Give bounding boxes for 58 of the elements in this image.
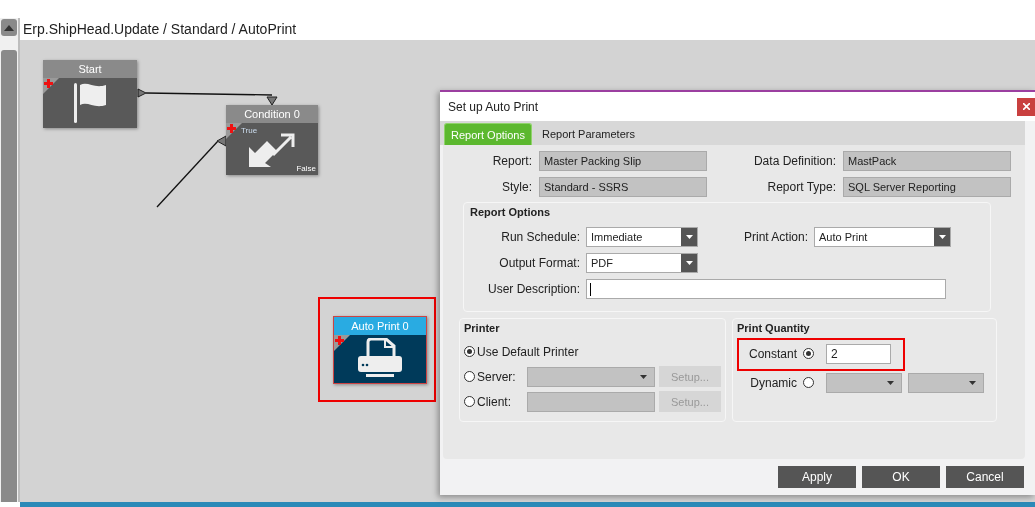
up-arrow-icon bbox=[4, 24, 14, 31]
add-icon[interactable] bbox=[226, 123, 242, 139]
false-label: False bbox=[296, 164, 316, 173]
input-field[interactable] bbox=[527, 391, 655, 412]
radio-button[interactable] bbox=[464, 396, 475, 407]
node-title: Start bbox=[78, 63, 102, 75]
dialog-title: Set up Auto Print bbox=[448, 99, 539, 114]
dropdown[interactable]: Auto Print bbox=[814, 227, 951, 247]
node-title: Condition 0 bbox=[244, 108, 300, 120]
group-title: Print Quantity bbox=[737, 322, 810, 334]
scroll-up-button[interactable] bbox=[1, 19, 17, 36]
group-title: Printer bbox=[464, 322, 500, 334]
dialog-button[interactable]: Apply bbox=[778, 466, 856, 488]
readonly-field: SQL Server Reporting bbox=[843, 177, 1011, 197]
caret-icon bbox=[685, 235, 693, 239]
caret-icon bbox=[887, 380, 894, 385]
flag-icon bbox=[72, 81, 108, 125]
input-field[interactable] bbox=[586, 279, 946, 299]
caret-icon bbox=[938, 235, 946, 239]
input-field[interactable]: 2 bbox=[826, 343, 891, 364]
readonly-field: Master Packing Slip bbox=[539, 151, 707, 171]
radio-label: Dynamic bbox=[749, 375, 797, 390]
dropdown[interactable]: Immediate bbox=[586, 227, 698, 247]
field-label: Print Action: bbox=[742, 230, 808, 244]
field-label: Style: bbox=[501, 180, 532, 194]
caret-icon bbox=[640, 374, 647, 379]
scrollbar-thumb[interactable] bbox=[1, 50, 17, 502]
field-label: Report Type: bbox=[766, 180, 836, 194]
field-label: Report: bbox=[491, 154, 532, 168]
readonly-field: MastPack bbox=[843, 151, 1011, 171]
dropdown[interactable]: PDF bbox=[586, 253, 698, 273]
caret-icon bbox=[969, 380, 976, 385]
printer-icon bbox=[356, 338, 404, 380]
radio-label: Client: bbox=[477, 394, 511, 409]
tab[interactable]: Report Parameters bbox=[536, 123, 641, 145]
radio-button[interactable] bbox=[803, 348, 814, 359]
field-label: Output Format: bbox=[498, 256, 580, 270]
field-label: Run Schedule: bbox=[500, 230, 580, 244]
close-button[interactable] bbox=[1017, 97, 1035, 116]
radio-label: Server: bbox=[477, 369, 516, 384]
dialog-button[interactable]: Cancel bbox=[946, 466, 1024, 488]
add-icon[interactable] bbox=[334, 335, 350, 351]
field-label: Data Definition: bbox=[752, 154, 836, 168]
breadcrumb: Erp.ShipHead.Update / Standard / AutoPrint bbox=[23, 21, 297, 37]
caret-icon bbox=[685, 261, 693, 265]
radio-label: Constant bbox=[747, 346, 797, 361]
node-title: Auto Print 0 bbox=[351, 320, 409, 332]
add-icon[interactable] bbox=[43, 78, 59, 94]
true-label: True bbox=[241, 126, 258, 135]
dialog-button[interactable]: OK bbox=[862, 466, 940, 488]
radio-button[interactable] bbox=[803, 377, 814, 388]
field-label: User Description: bbox=[486, 282, 580, 296]
radio-button[interactable] bbox=[464, 346, 475, 357]
group-title: Report Options bbox=[470, 206, 551, 218]
close-icon bbox=[1022, 103, 1030, 110]
readonly-field: Standard - SSRS bbox=[539, 177, 707, 197]
radio-button[interactable] bbox=[464, 371, 475, 382]
radio-label: Use Default Printer bbox=[477, 344, 579, 359]
